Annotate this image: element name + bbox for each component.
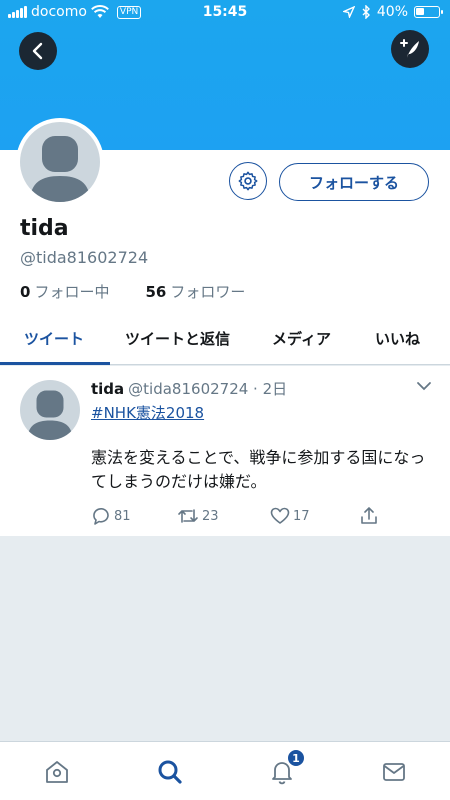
default-avatar-icon <box>20 122 100 202</box>
reply-icon <box>93 507 109 525</box>
tweet-card[interactable]: tida @tida81602724 · 2日 #NHK憲法2018 憲法を変える… <box>0 366 450 536</box>
tweet-header: tida @tida81602724 · 2日 <box>91 378 287 399</box>
followers-label: フォロワー <box>170 283 246 301</box>
home-icon <box>46 761 68 783</box>
retweet-icon <box>178 509 198 523</box>
search-icon <box>158 760 182 784</box>
profile-name: tida <box>20 216 69 241</box>
share-button[interactable] <box>359 506 379 526</box>
compose-tweet-icon <box>400 39 419 58</box>
profile-avatar[interactable] <box>16 118 104 206</box>
default-avatar-icon <box>27 390 73 440</box>
status-right: 40% <box>342 4 443 20</box>
tweet-actions: 81 23 17 <box>91 506 391 528</box>
settings-button[interactable] <box>229 162 267 200</box>
location-icon <box>342 6 355 18</box>
retweet-count: 23 <box>202 508 219 524</box>
following-label: フォロー中 <box>34 283 110 301</box>
bluetooth-icon <box>362 5 370 19</box>
active-tab-indicator <box>0 362 110 365</box>
tweet-hashtag[interactable]: #NHK憲法2018 <box>91 402 204 423</box>
follow-button[interactable]: フォローする <box>279 163 429 201</box>
battery-percent: 40% <box>376 4 408 20</box>
retweet-button[interactable]: 23 <box>177 506 219 526</box>
nav-home[interactable] <box>43 758 71 786</box>
tweet-avatar[interactable] <box>20 380 80 440</box>
like-button[interactable]: 17 <box>270 506 310 526</box>
battery-icon <box>414 6 443 18</box>
chevron-left-icon <box>32 42 43 60</box>
status-bar: docomo VPN 15:45 40% <box>0 0 450 28</box>
mail-icon <box>383 763 405 781</box>
like-count: 17 <box>293 508 310 524</box>
compose-tweet-button[interactable] <box>391 30 429 68</box>
battery-fill <box>416 8 424 15</box>
back-button[interactable] <box>19 32 57 70</box>
tweet-author-name[interactable]: tida <box>91 380 124 398</box>
reply-count: 81 <box>114 508 131 524</box>
share-icon <box>361 507 377 524</box>
following-stat[interactable]: 0 フォロー中 <box>20 281 109 302</box>
followers-stat[interactable]: 56 フォロワー <box>145 281 245 302</box>
followers-count: 56 <box>145 283 167 301</box>
following-count: 0 <box>20 283 31 301</box>
tweet-text: 憲法を変えることで、戦争に参加する国になってしまうのだけは嫌だ。 <box>91 448 426 491</box>
tab-likes[interactable]: いいね <box>375 315 420 365</box>
nav-search[interactable] <box>156 758 184 786</box>
bottom-nav: 1 <box>0 741 450 800</box>
nav-messages[interactable] <box>380 758 408 786</box>
tab-media[interactable]: メディア <box>272 315 331 365</box>
notification-badge: 1 <box>287 749 305 767</box>
tab-tweets[interactable]: ツイート <box>24 315 84 365</box>
tweet-meta: @tida81602724 · 2日 <box>128 380 288 398</box>
profile-tabs: ツイート ツイートと返信 メディア いいね <box>0 315 450 365</box>
heart-icon <box>270 507 290 524</box>
tab-tweets-and-replies[interactable]: ツイートと返信 <box>125 315 230 365</box>
gear-icon <box>238 171 258 191</box>
reply-button[interactable]: 81 <box>91 506 131 526</box>
profile-stats: 0 フォロー中 56 フォロワー <box>20 281 245 302</box>
chevron-down-icon[interactable] <box>416 380 432 392</box>
profile-handle: @tida81602724 <box>20 248 149 267</box>
